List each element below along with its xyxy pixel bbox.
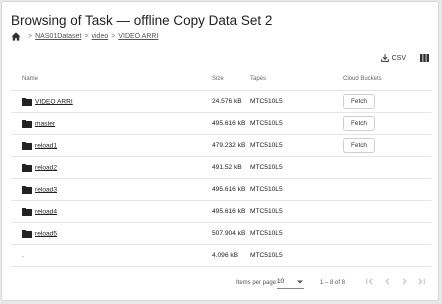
export-csv-label: CSV [391,54,406,62]
cell-name: . [11,244,212,267]
cell-cloud-buckets [340,156,431,179]
folder-icon [22,229,32,238]
cell-tapes: MTC510L5 [250,112,340,135]
table-row: reload4 495.616 kB MTC510L5 [11,200,431,223]
first-page-button[interactable] [364,276,375,287]
folder-icon [22,119,32,128]
home-icon[interactable] [11,31,21,41]
cell-cloud-buckets [340,244,431,267]
file-name-link[interactable]: reload2 [35,164,57,171]
breadcrumb-item[interactable]: video [92,33,109,40]
file-name-link[interactable]: reload4 [35,208,57,215]
items-per-page-label: Items per page: [236,280,278,286]
table-header-row: Name Size Tapes Cloud Buckets [11,68,431,91]
fetch-button[interactable]: Fetch [343,116,375,131]
page-range: 1 – 8 of 8 [320,280,346,286]
file-name-link[interactable]: reload1 [35,142,57,149]
chevron-left-icon [385,278,390,285]
file-name-link[interactable]: reload5 [35,230,57,237]
table-row: reload5 507.904 kB MTC510L5 [11,222,431,245]
table-row: master 495.616 kB MTC510L5 Fetch [11,112,431,135]
table-row: VIDEO ARRI 24.576 kB MTC510L5 Fetch [11,90,431,113]
pagination: Items per page: 10 1 – 8 of 8 [2,273,440,293]
cell-name: reload2 [11,156,212,179]
items-per-page-value: 10 [277,278,285,285]
cell-tapes: MTC510L5 [250,222,340,245]
first-page-icon [366,278,373,285]
cell-size: 495.616 kB [212,200,250,223]
cell-name: reload1 [11,134,212,157]
cell-size: 507.904 kB [212,222,250,245]
page-title: Browsing of Task — offline Copy Data Set… [11,13,273,28]
cell-tapes: MTC510L5 [250,134,340,157]
cell-cloud-buckets: Fetch [340,112,431,135]
folder-icon [22,141,32,150]
column-header-cloud-buckets[interactable]: Cloud Buckets [340,68,431,91]
cell-name: reload4 [11,200,212,223]
table-row: reload3 495.616 kB MTC510L5 [11,178,431,201]
items-per-page-select[interactable]: 10 [277,278,304,289]
cell-size: 495.616 kB [212,112,250,135]
cell-size: 491.52 kB [212,156,250,179]
fetch-button[interactable]: Fetch [343,94,375,109]
chevron-right-icon [402,278,407,285]
cell-tapes: MTC510L5 [250,90,340,113]
previous-page-button[interactable] [382,276,393,287]
cell-size: 479.232 kB [212,134,250,157]
browse-card: Browsing of Task — offline Copy Data Set… [1,1,439,301]
file-name-link[interactable]: master [35,120,55,127]
cell-name: VIDEO ARRI [11,90,212,113]
last-page-button[interactable] [416,276,427,287]
cell-tapes: MTC510L5 [250,156,340,179]
next-page-button[interactable] [399,276,410,287]
column-header-name[interactable]: Name [11,68,212,91]
folder-icon [22,163,32,172]
cell-cloud-buckets [340,200,431,223]
cell-tapes: MTC510L5 [250,244,340,267]
export-csv-button[interactable]: CSV [380,53,406,63]
cell-size: 495.616 kB [212,178,250,201]
table-toolbar: CSV [380,53,429,63]
columns-button[interactable] [420,54,429,62]
cell-name: master [11,112,212,135]
file-name-link[interactable]: reload3 [35,186,57,193]
last-page-icon [418,278,425,285]
file-name-link: . [22,252,24,259]
folder-icon [22,207,32,216]
files-table: Name Size Tapes Cloud Buckets VIDEO ARRI… [11,68,431,267]
folder-icon [22,185,32,194]
cell-cloud-buckets [340,222,431,245]
breadcrumb-item[interactable]: VIDEO ARRI [118,33,158,40]
cell-cloud-buckets [340,178,431,201]
breadcrumb-separator-icon: > [84,32,89,40]
file-name-link[interactable]: VIDEO ARRI [35,98,73,105]
dropdown-arrow-icon [297,280,303,284]
breadcrumb-separator-icon: > [28,32,33,40]
cell-cloud-buckets: Fetch [340,134,431,157]
breadcrumb-item[interactable]: NAS01Dataset [35,33,81,40]
fetch-button[interactable]: Fetch [343,138,375,153]
table-row: reload2 491.52 kB MTC510L5 [11,156,431,179]
breadcrumb-separator-icon: > [111,32,116,40]
download-icon [380,54,389,62]
folder-icon [22,97,32,106]
breadcrumb: > NAS01Dataset > video > VIDEO ARRI [11,30,158,42]
cell-cloud-buckets: Fetch [340,90,431,113]
cell-size: 4.096 kB [212,244,250,267]
cell-size: 24.576 kB [212,90,250,113]
cell-tapes: MTC510L5 [250,200,340,223]
cell-name: reload3 [11,178,212,201]
table-row: . 4.096 kB MTC510L5 [11,244,431,267]
columns-icon [420,54,429,62]
cell-name: reload5 [11,222,212,245]
column-header-size[interactable]: Size [212,68,250,91]
table-row: reload1 479.232 kB MTC510L5 Fetch [11,134,431,157]
cell-tapes: MTC510L5 [250,178,340,201]
column-header-tapes[interactable]: Tapes [250,68,340,91]
